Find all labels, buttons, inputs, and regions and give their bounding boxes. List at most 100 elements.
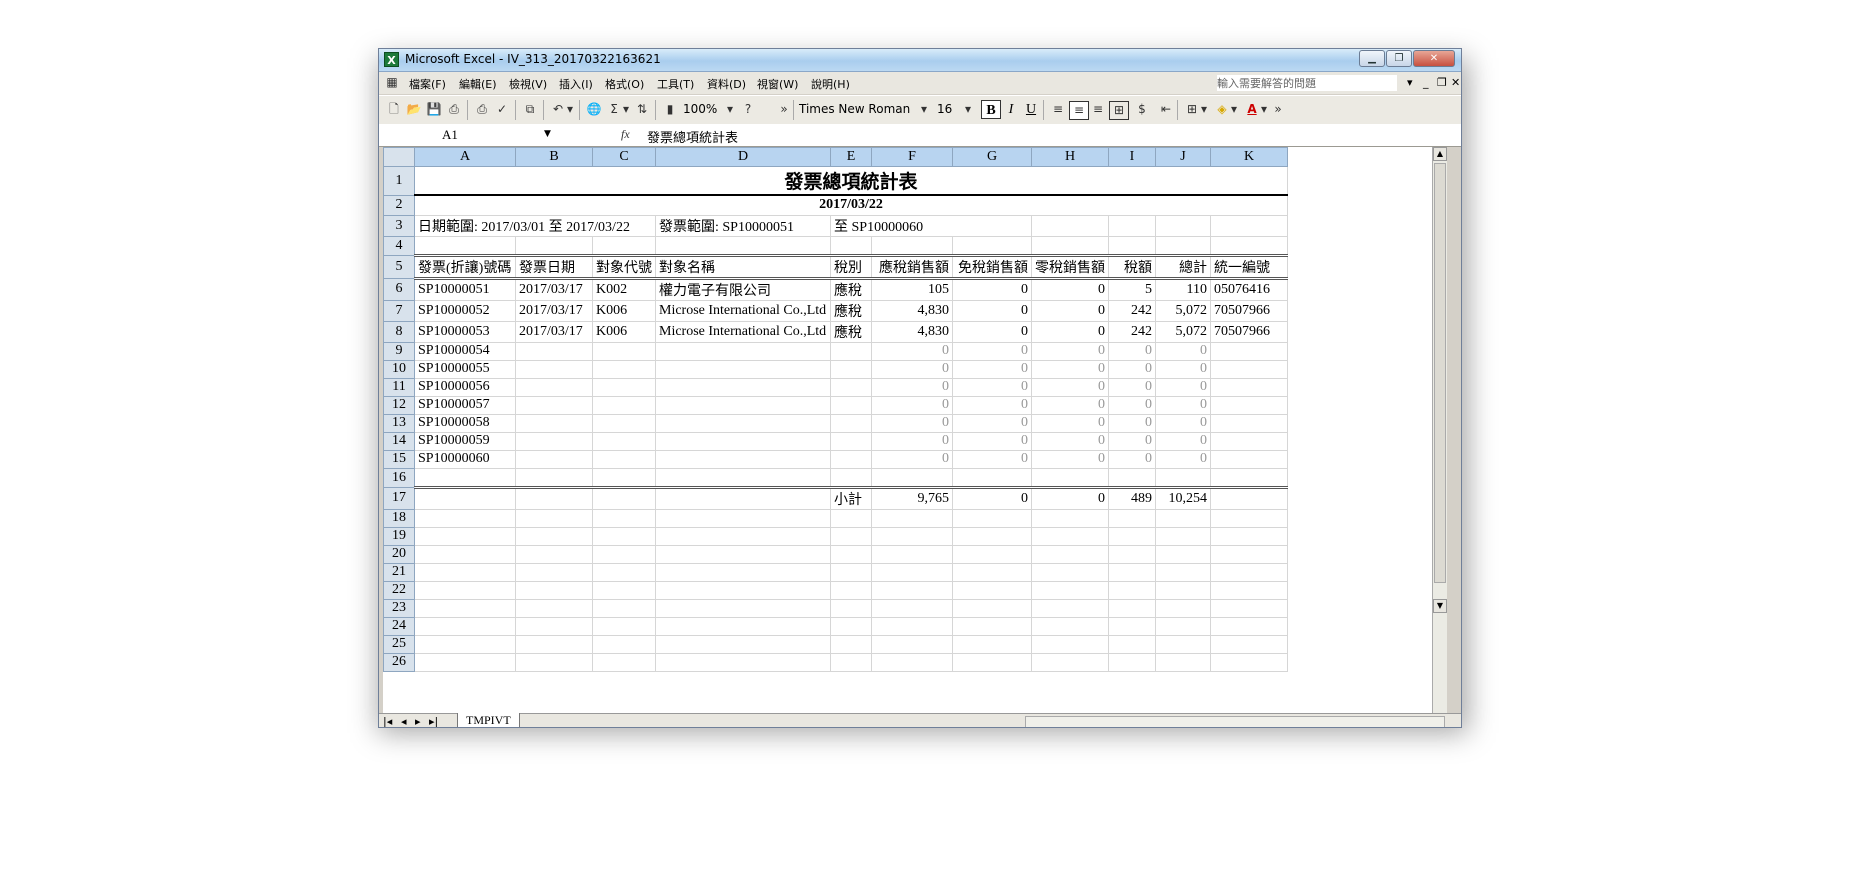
subtotal-cell[interactable] — [1210, 485, 1288, 510]
column-header-c[interactable]: C — [592, 147, 656, 167]
table-cell[interactable]: 70507966 — [1210, 300, 1288, 322]
table-cell[interactable]: Microse International Co.,Ltd — [655, 321, 831, 343]
row-header[interactable]: 10 — [383, 359, 415, 379]
cell[interactable] — [952, 527, 1032, 546]
toolbar-more-icon[interactable]: » — [1273, 101, 1283, 118]
table-cell[interactable]: SP10000054 — [414, 342, 516, 361]
column-title[interactable]: 總計 — [1155, 253, 1211, 280]
column-title[interactable]: 應稅銷售額 — [871, 253, 953, 280]
cell[interactable] — [952, 545, 1032, 564]
row-header[interactable]: 7 — [383, 299, 415, 322]
cell[interactable] — [1108, 617, 1156, 636]
help-question-input[interactable]: 輸入需要解答的問題 — [1217, 75, 1397, 91]
table-cell[interactable] — [1210, 378, 1288, 397]
help-dropdown-icon[interactable]: ▾ — [1407, 76, 1413, 89]
subtotal-cell[interactable]: 小計 — [830, 485, 872, 510]
cell[interactable] — [871, 468, 953, 488]
font-color-dropdown-icon[interactable]: ▾ — [1259, 101, 1269, 118]
table-cell[interactable]: 應稅 — [830, 300, 872, 322]
menu-help[interactable]: 說明(H) — [811, 76, 850, 92]
table-cell[interactable] — [1210, 360, 1288, 379]
cell[interactable] — [414, 581, 516, 600]
row-header[interactable]: 15 — [383, 449, 415, 469]
cell[interactable] — [414, 617, 516, 636]
table-cell[interactable] — [515, 450, 593, 469]
cell[interactable] — [592, 563, 656, 582]
cell[interactable] — [1210, 509, 1288, 528]
table-cell[interactable]: 242 — [1108, 300, 1156, 322]
italic-button[interactable]: I — [1001, 100, 1021, 119]
cell[interactable] — [592, 527, 656, 546]
table-cell[interactable]: 0 — [1108, 378, 1156, 397]
column-header-j[interactable]: J — [1155, 147, 1211, 167]
menu-tools[interactable]: 工具(T) — [657, 76, 694, 92]
menu-insert[interactable]: 插入(I) — [559, 76, 593, 92]
cell[interactable] — [1155, 635, 1211, 654]
table-cell[interactable]: 0 — [1155, 342, 1211, 361]
cell[interactable] — [952, 236, 1032, 256]
cell[interactable] — [952, 635, 1032, 654]
table-cell[interactable] — [655, 414, 831, 433]
table-cell[interactable]: SP10000056 — [414, 378, 516, 397]
row-header[interactable]: 17 — [383, 486, 415, 510]
table-cell[interactable]: 0 — [1155, 450, 1211, 469]
cell[interactable] — [655, 653, 831, 672]
menu-edit[interactable]: 編輯(E) — [459, 76, 497, 92]
table-cell[interactable]: 0 — [1155, 378, 1211, 397]
cell[interactable] — [515, 581, 593, 600]
cell[interactable] — [1031, 545, 1109, 564]
cell[interactable] — [952, 563, 1032, 582]
table-cell[interactable] — [515, 360, 593, 379]
column-header-e[interactable]: E — [830, 147, 872, 167]
cell[interactable] — [1210, 236, 1288, 256]
fill-color-dropdown-icon[interactable]: ▾ — [1229, 101, 1239, 118]
cell[interactable] — [871, 635, 953, 654]
row-header[interactable]: 8 — [383, 320, 415, 343]
cell[interactable] — [830, 581, 872, 600]
cell[interactable] — [1210, 635, 1288, 654]
column-header-b[interactable]: B — [515, 147, 593, 167]
row-header[interactable]: 13 — [383, 413, 415, 433]
cell[interactable] — [1210, 653, 1288, 672]
table-cell[interactable]: K006 — [592, 300, 656, 322]
column-title[interactable]: 對象名稱 — [655, 253, 831, 280]
vertical-scrollbar[interactable]: ▲ ▼ — [1432, 147, 1447, 713]
table-cell[interactable] — [515, 414, 593, 433]
copy-icon[interactable]: ⧉ — [521, 101, 539, 118]
cell[interactable] — [830, 617, 872, 636]
cell[interactable] — [830, 599, 872, 618]
cell[interactable] — [952, 581, 1032, 600]
new-icon[interactable]: 🗋 — [385, 101, 403, 118]
row-header[interactable]: 12 — [383, 395, 415, 415]
table-cell[interactable]: 0 — [871, 450, 953, 469]
column-title[interactable]: 統一編號 — [1210, 253, 1288, 280]
table-cell[interactable]: 0 — [952, 360, 1032, 379]
column-title[interactable]: 發票日期 — [515, 253, 593, 280]
cell[interactable] — [1031, 468, 1109, 488]
cell[interactable] — [655, 527, 831, 546]
cell[interactable] — [1210, 617, 1288, 636]
column-header-f[interactable]: F — [871, 147, 953, 167]
cell[interactable] — [1031, 527, 1109, 546]
cell[interactable] — [655, 563, 831, 582]
subtotal-cell[interactable] — [515, 485, 593, 510]
cell[interactable] — [871, 509, 953, 528]
table-cell[interactable] — [830, 432, 872, 451]
table-cell[interactable] — [592, 360, 656, 379]
sort-ascending-icon[interactable]: ⇅ — [633, 101, 651, 118]
table-cell[interactable]: 242 — [1108, 321, 1156, 343]
cell[interactable] — [515, 527, 593, 546]
row-header[interactable]: 26 — [383, 652, 415, 672]
cell[interactable] — [1210, 581, 1288, 600]
cell[interactable] — [1155, 509, 1211, 528]
borders-dropdown-icon[interactable]: ▾ — [1199, 101, 1209, 118]
cell[interactable] — [1210, 215, 1288, 237]
currency-icon[interactable]: $ — [1133, 101, 1151, 118]
menu-view[interactable]: 檢視(V) — [509, 76, 547, 92]
cell[interactable] — [414, 545, 516, 564]
cell[interactable] — [1108, 527, 1156, 546]
table-cell[interactable] — [655, 378, 831, 397]
excel-app-icon[interactable]: X — [384, 52, 399, 67]
table-cell[interactable] — [592, 414, 656, 433]
table-cell[interactable]: 110 — [1155, 278, 1211, 301]
